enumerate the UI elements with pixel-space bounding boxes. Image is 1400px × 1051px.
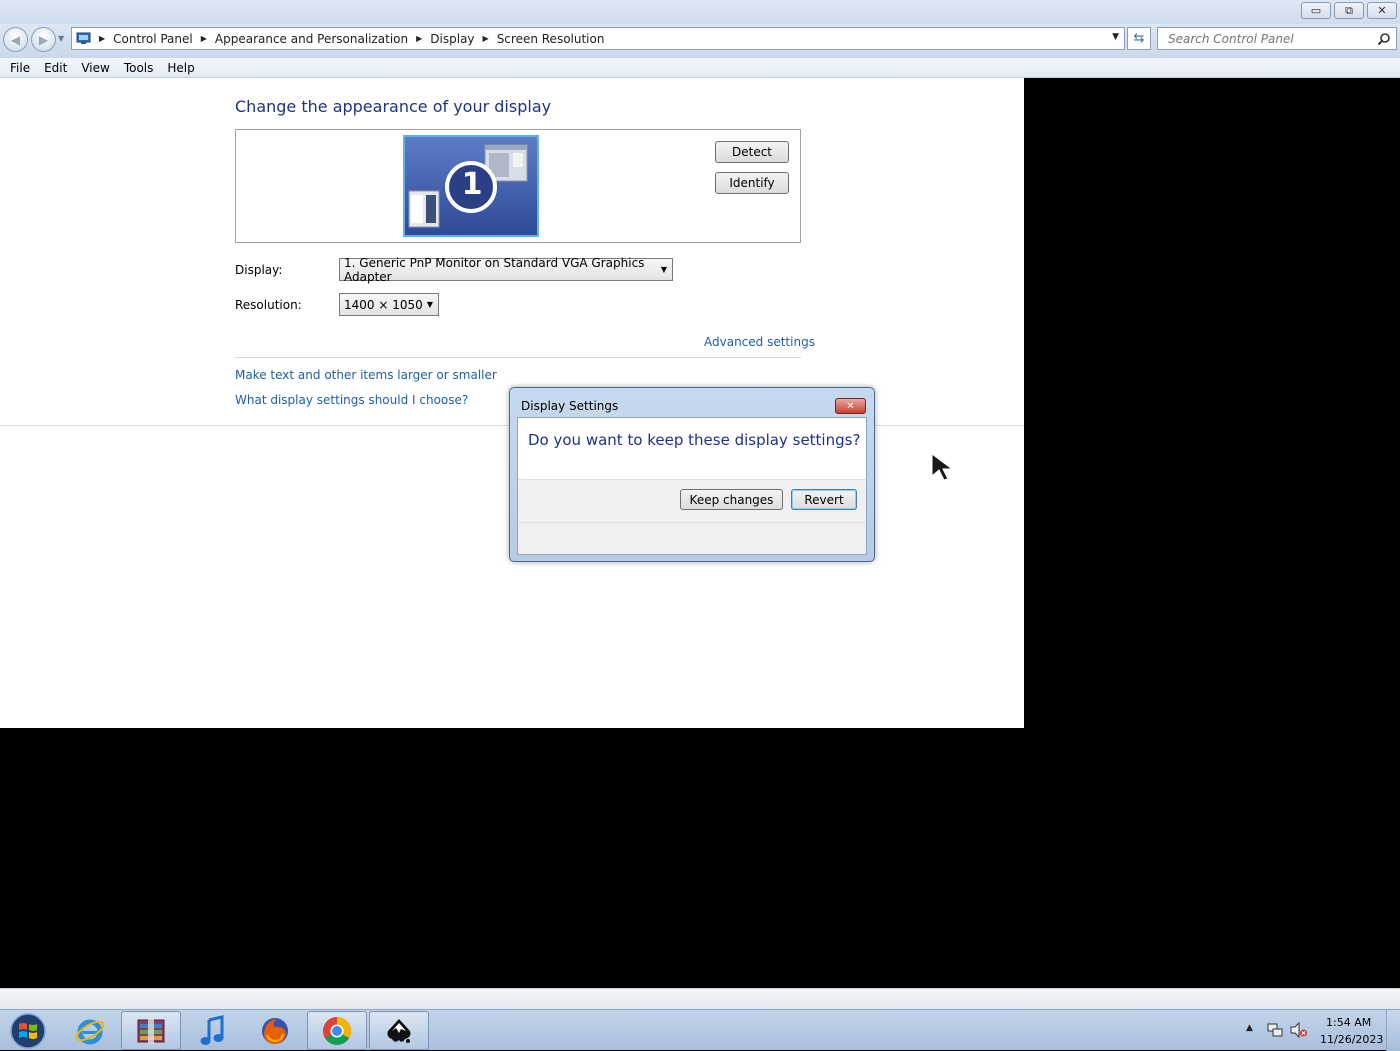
search-icon[interactable] [1377,32,1391,46]
chrome-icon [323,1016,351,1045]
resolution-select-value: 1400 × 1050 [344,297,423,312]
refresh-button[interactable]: ⇆ [1127,27,1151,50]
winrar-icon [137,1017,165,1044]
refresh-icon: ⇆ [1133,31,1145,46]
breadcrumb-arrow-icon[interactable]: ▶ [416,34,422,43]
page-title: Change the appearance of your display [235,97,552,116]
back-button[interactable]: ◀ [3,27,28,52]
restore-icon: ⧉ [1345,3,1353,17]
breadcrumb-control-panel[interactable]: Control Panel [113,32,193,46]
advanced-settings-link[interactable]: Advanced settings [704,335,815,349]
revert-button[interactable]: Revert [791,489,857,510]
show-hidden-icons-icon[interactable]: ▲ [1246,1023,1253,1033]
monitor-arrangement-panel: 1 Detect Identify [235,129,801,243]
keep-changes-button[interactable]: Keep changes [680,489,783,510]
show-desktop-button[interactable] [1386,1010,1400,1051]
taskbar-separator-strip [0,988,1400,1009]
breadcrumb-arrow-icon[interactable]: ▶ [99,34,105,43]
dialog-close-button[interactable]: ✕ [835,398,866,414]
forward-button[interactable]: ▶ [31,27,56,52]
dialog-button-area: Keep changes Revert [518,479,866,554]
itunes-icon [200,1014,224,1045]
detect-button[interactable]: Detect [715,141,789,163]
search-box[interactable] [1157,27,1397,50]
taskbar-inkscape[interactable] [369,1011,429,1050]
minimize-icon: ▭ [1310,4,1322,17]
monitor-number: 1 [461,167,483,202]
address-dropdown-icon[interactable]: ▼ [1112,32,1119,42]
dialog-title: Display Settings [521,399,619,413]
search-input[interactable] [1166,30,1371,47]
menu-edit[interactable]: Edit [37,61,74,75]
clock-date[interactable]: 11/26/2023 [1320,1033,1383,1046]
taskbar: ▲ 1:54 AM 11/26/2023 [0,1009,1400,1051]
recent-pages-dropdown[interactable]: ▼ [58,34,64,43]
breadcrumb-arrow-icon[interactable]: ▶ [201,34,207,43]
display-select-value: 1. Generic PnP Monitor on Standard VGA G… [344,255,645,284]
back-arrow-icon: ◀ [10,32,21,47]
identify-button[interactable]: Identify [715,172,789,194]
windows-logo-icon [10,1013,46,1049]
inkscape-icon [387,1018,411,1043]
control-panel-icon [76,32,91,44]
firefox-icon [262,1017,288,1044]
section-divider [235,357,801,358]
forward-arrow-icon: ▶ [38,32,49,47]
taskbar-firefox[interactable] [245,1011,305,1050]
text-size-link[interactable]: Make text and other items larger or smal… [235,368,497,382]
resolution-label: Resolution: [235,298,302,312]
breadcrumb-arrow-icon[interactable]: ▶ [483,34,489,43]
menu-bar: File Edit View Tools Help [0,58,1400,78]
menu-file[interactable]: File [3,61,37,75]
volume-muted-icon[interactable] [1290,1022,1308,1038]
navigation-bar: ◀ ▶ ▼ ▶ Control Panel ▶ Appearance and P… [0,24,1400,58]
notification-area: ▲ 1:54 AM 11/26/2023 [1240,1010,1400,1051]
display-settings-dialog: Display Settings ✕ Do you want to keep t… [509,387,875,562]
window-title-bar: ▭ ⧉ ✕ [0,0,1400,24]
menu-tools[interactable]: Tools [117,61,161,75]
taskbar-winrar[interactable] [121,1011,181,1050]
display-select[interactable]: 1. Generic PnP Monitor on Standard VGA G… [339,255,673,284]
breadcrumb-display[interactable]: Display [430,32,474,46]
close-icon: ✕ [846,400,855,412]
restore-button[interactable]: ⧉ [1334,2,1364,19]
breadcrumb-screen-resolution[interactable]: Screen Resolution [497,32,605,46]
which-settings-link[interactable]: What display settings should I choose? [235,393,468,407]
minimize-button[interactable]: ▭ [1301,2,1331,19]
mouse-cursor-icon [931,453,954,481]
network-icon[interactable] [1267,1022,1283,1038]
start-button[interactable] [5,1012,51,1050]
internet-explorer-icon [75,1019,105,1044]
taskbar-itunes[interactable] [183,1011,243,1050]
taskbar-chrome[interactable] [307,1011,367,1050]
menu-help[interactable]: Help [160,61,201,75]
display-label: Display: [235,263,283,277]
address-bar[interactable]: ▶ Control Panel ▶ Appearance and Persona… [71,27,1125,50]
monitor-1-thumbnail[interactable]: 1 [403,135,539,237]
chevron-down-icon: ▼ [426,300,433,309]
menu-view[interactable]: View [74,61,116,75]
dialog-question: Do you want to keep these display settin… [528,431,861,449]
breadcrumb-appearance[interactable]: Appearance and Personalization [215,32,408,46]
dialog-footer-divider [518,522,866,523]
dialog-body: Do you want to keep these display settin… [517,417,867,555]
clock-time[interactable]: 1:54 AM [1326,1016,1371,1029]
resolution-select[interactable]: 1400 × 1050 ▼ [339,293,439,316]
close-window-button[interactable]: ✕ [1367,2,1397,19]
taskbar-internet-explorer[interactable] [60,1011,120,1050]
close-icon: ✕ [1377,4,1387,17]
chevron-down-icon: ▼ [660,265,667,274]
